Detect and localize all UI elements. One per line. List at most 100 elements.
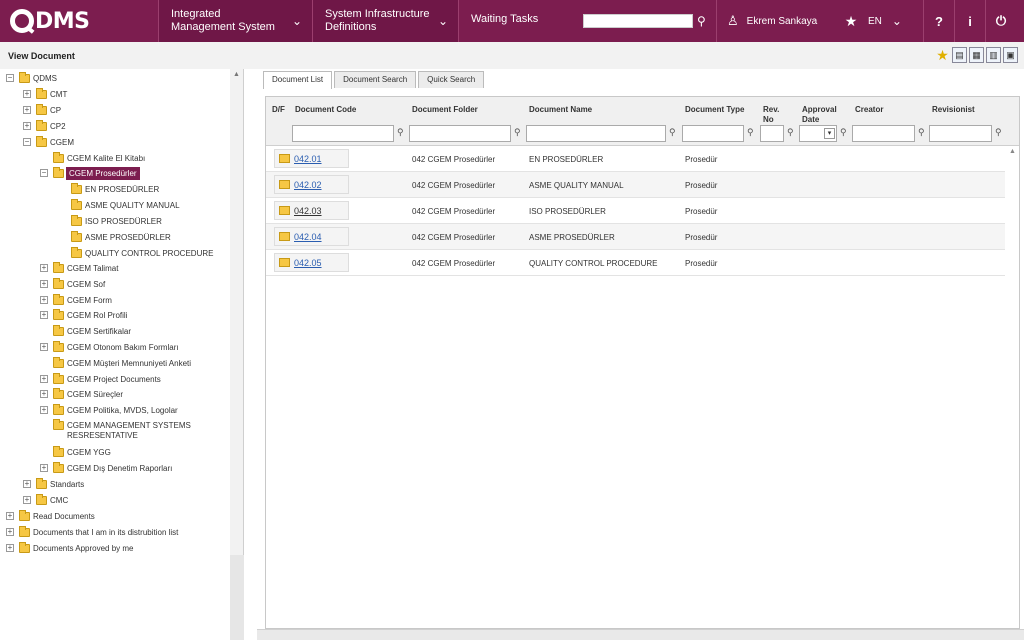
- tree-node[interactable]: + Documents Approved by me: [6, 541, 134, 555]
- expand-icon[interactable]: +: [40, 296, 48, 304]
- tree-node[interactable]: + CGEM Süreçler: [40, 387, 123, 401]
- collapse-icon[interactable]: −: [6, 74, 14, 82]
- col-df[interactable]: D/F: [272, 105, 285, 115]
- expand-icon[interactable]: +: [40, 375, 48, 383]
- add-favorite-icon[interactable]: ★: [935, 47, 950, 63]
- tree-node[interactable]: + CMT: [23, 87, 67, 101]
- tree-node[interactable]: + CGEM Dış Denetim Raporları: [40, 461, 172, 475]
- document-code-cell[interactable]: 042.03: [274, 201, 349, 220]
- table-row[interactable]: 042.02 042 CGEM Prosedürler ASME QUALITY…: [266, 172, 1005, 198]
- tree-node[interactable]: CGEM Müşteri Memnuniyeti Anketi: [53, 356, 191, 370]
- qdms-logo[interactable]: DMS: [0, 0, 158, 42]
- col-document-code[interactable]: Document Code: [295, 105, 356, 115]
- tree-node[interactable]: + Documents that I am in its distrubition…: [6, 525, 178, 539]
- tree-scrollbar[interactable]: ▲: [230, 69, 243, 555]
- tree-node[interactable]: CGEM Kalite El Kitabı: [53, 151, 145, 165]
- filter-icon[interactable]: ⚲: [918, 127, 925, 138]
- document-code-link[interactable]: 042.03: [294, 206, 322, 216]
- expand-icon[interactable]: +: [6, 528, 14, 536]
- collapse-icon[interactable]: −: [23, 138, 31, 146]
- tree-node[interactable]: CGEM Sertifikalar: [53, 324, 131, 338]
- document-code-link[interactable]: 042.05: [294, 258, 322, 268]
- expand-icon[interactable]: +: [40, 406, 48, 414]
- document-icon[interactable]: ▤: [952, 47, 967, 63]
- tree-node[interactable]: + Standarts: [23, 477, 84, 491]
- table-row[interactable]: 042.01 042 CGEM Prosedürler EN PROSEDÜRL…: [266, 146, 1005, 172]
- nav-system-infrastructure[interactable]: System Infrastructure Definitions ⌄: [312, 0, 458, 42]
- tree-node[interactable]: + CP: [23, 103, 61, 117]
- col-revisionist[interactable]: Revisionist: [932, 105, 975, 115]
- expand-icon[interactable]: +: [23, 496, 31, 504]
- document-code-link[interactable]: 042.04: [294, 232, 322, 242]
- search-icon[interactable]: ⚲: [697, 14, 706, 28]
- search-input[interactable]: [583, 14, 693, 28]
- excel-export-icon[interactable]: ▦: [969, 47, 984, 63]
- language-selector[interactable]: EN ⌄: [862, 0, 923, 42]
- filter-rev-no-input[interactable]: [760, 125, 784, 142]
- collapse-icon[interactable]: −: [40, 169, 48, 177]
- help-button[interactable]: ?: [923, 0, 954, 42]
- tree-node[interactable]: + Read Documents: [6, 509, 95, 523]
- filter-document-folder-input[interactable]: [409, 125, 511, 142]
- tree-node[interactable]: + CMC: [23, 493, 68, 507]
- filter-icon[interactable]: ⚲: [840, 127, 847, 138]
- filter-document-type-input[interactable]: [682, 125, 744, 142]
- table-row[interactable]: 042.04 042 CGEM Prosedürler ASME PROSEDÜ…: [266, 224, 1005, 250]
- filter-icon[interactable]: ⚲: [397, 127, 404, 138]
- tree-node[interactable]: QUALITY CONTROL PROCEDURE: [71, 246, 213, 260]
- expand-icon[interactable]: +: [23, 122, 31, 130]
- document-code-link[interactable]: 042.01: [294, 154, 322, 164]
- document-code-cell[interactable]: 042.01: [274, 149, 349, 168]
- tree-view-icon[interactable]: ▣: [1003, 47, 1018, 63]
- tree-node-root[interactable]: − QDMS: [6, 71, 57, 85]
- expand-icon[interactable]: +: [23, 480, 31, 488]
- nav-integrated-management-system[interactable]: Integrated Management System ⌄: [158, 0, 312, 42]
- filter-creator-input[interactable]: [852, 125, 915, 142]
- table-row[interactable]: 042.03 042 CGEM Prosedürler ISO PROSEDÜR…: [266, 198, 1005, 224]
- filter-icon[interactable]: ⚲: [669, 127, 676, 138]
- filter-icon[interactable]: ⚲: [787, 127, 794, 138]
- col-rev-no[interactable]: Rev. No: [763, 105, 787, 125]
- tree-node[interactable]: + CGEM Rol Profili: [40, 308, 127, 322]
- chevron-down-icon[interactable]: ▾: [824, 128, 835, 139]
- document-code-link[interactable]: 042.02: [294, 180, 322, 190]
- power-icon[interactable]: ⏻: [985, 0, 1016, 42]
- favorites-star-icon[interactable]: ★: [840, 0, 862, 42]
- tree-node[interactable]: + CGEM Politika, MVDS, Logolar: [40, 403, 178, 417]
- col-document-type[interactable]: Document Type: [685, 105, 744, 115]
- expand-icon[interactable]: +: [23, 90, 31, 98]
- tree-node[interactable]: + CGEM Sof: [40, 277, 105, 291]
- col-approval-date[interactable]: Approval Date: [802, 105, 844, 125]
- expand-icon[interactable]: +: [40, 343, 48, 351]
- filter-icon[interactable]: ⚲: [747, 127, 754, 138]
- expand-icon[interactable]: +: [40, 264, 48, 272]
- filter-approval-date-select[interactable]: ▾: [799, 125, 837, 142]
- filter-icon[interactable]: ⚲: [514, 127, 521, 138]
- tree-node[interactable]: ASME QUALITY MANUAL: [71, 198, 180, 212]
- tree-node[interactable]: ISO PROSEDÜRLER: [71, 214, 162, 228]
- table-row[interactable]: 042.05 042 CGEM Prosedürler QUALITY CONT…: [266, 250, 1005, 276]
- expand-icon[interactable]: +: [23, 106, 31, 114]
- tree-node[interactable]: − CGEM: [23, 135, 74, 149]
- scroll-up-icon[interactable]: ▲: [1006, 148, 1019, 155]
- document-code-cell[interactable]: 042.04: [274, 227, 349, 246]
- expand-icon[interactable]: +: [40, 390, 48, 398]
- tree-node[interactable]: + CP2: [23, 119, 66, 133]
- col-document-name[interactable]: Document Name: [529, 105, 592, 115]
- tree-node[interactable]: ASME PROSEDÜRLER: [71, 230, 171, 244]
- tree-node-selected[interactable]: − CGEM Prosedürler: [40, 166, 140, 180]
- tree-node[interactable]: + CGEM Talimat: [40, 261, 118, 275]
- filter-document-code-input[interactable]: [292, 125, 394, 142]
- col-creator[interactable]: Creator: [855, 105, 883, 115]
- tree-node[interactable]: CGEM MANAGEMENT SYSTEMS RESRESENTATIVE: [53, 419, 199, 443]
- tree-node[interactable]: CGEM YGG: [53, 445, 111, 459]
- tree-node[interactable]: + CGEM Form: [40, 293, 112, 307]
- filter-revisionist-input[interactable]: [929, 125, 992, 142]
- expand-icon[interactable]: +: [40, 280, 48, 288]
- document-code-cell[interactable]: 042.05: [274, 253, 349, 272]
- grid-scrollbar[interactable]: ▲: [1006, 146, 1019, 628]
- tree-node[interactable]: EN PROSEDÜRLER: [71, 182, 159, 196]
- print-icon[interactable]: ▥: [986, 47, 1001, 63]
- expand-icon[interactable]: +: [40, 311, 48, 319]
- expand-icon[interactable]: +: [6, 544, 14, 552]
